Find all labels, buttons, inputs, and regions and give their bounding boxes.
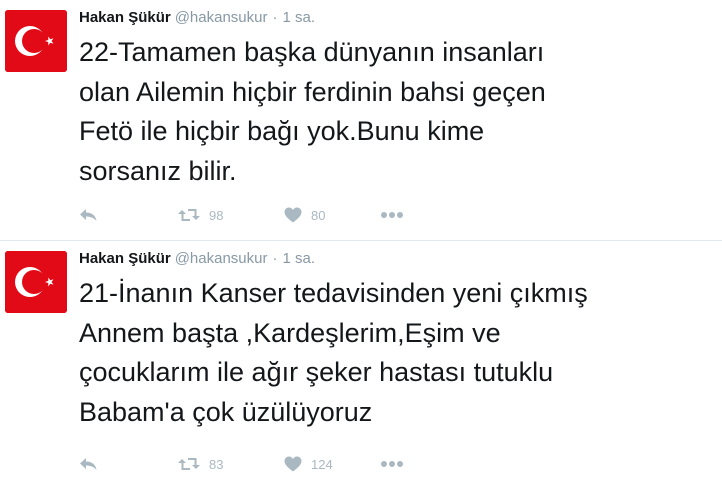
separator: · bbox=[272, 250, 278, 267]
retweet-button[interactable]: 98 bbox=[178, 203, 223, 227]
like-button[interactable]: 124 bbox=[284, 452, 333, 476]
tweet-actions: 83 124 bbox=[79, 452, 479, 476]
more-icon bbox=[381, 461, 403, 467]
separator: · bbox=[272, 9, 278, 26]
reply-button[interactable] bbox=[79, 203, 99, 227]
turkish-flag-icon bbox=[5, 10, 67, 72]
tweet[interactable]: Hakan Şükür @hakansukur · 1 sa. 21-İnanın K… bbox=[0, 241, 722, 483]
tweet-text: 21-İnanın Kanser tedavisinden yeni çıkmı… bbox=[79, 278, 588, 427]
avatar[interactable] bbox=[5, 251, 67, 313]
more-button[interactable] bbox=[380, 203, 404, 227]
author-name[interactable]: Hakan Şükür bbox=[79, 250, 171, 267]
author-handle[interactable]: @hakansukur bbox=[175, 250, 268, 267]
reply-icon bbox=[80, 209, 97, 221]
author-name[interactable]: Hakan Şükür bbox=[79, 9, 171, 26]
timestamp[interactable]: 1 sa. bbox=[282, 9, 315, 26]
like-count: 80 bbox=[311, 207, 326, 223]
timestamp[interactable]: 1 sa. bbox=[282, 250, 315, 267]
more-icon bbox=[381, 212, 403, 218]
tweet-header: Hakan Şükür @hakansukur · 1 sa. bbox=[79, 249, 315, 269]
more-button[interactable] bbox=[380, 452, 404, 476]
heart-icon bbox=[284, 207, 302, 223]
turkish-flag-icon bbox=[5, 251, 67, 313]
retweet-count: 83 bbox=[209, 456, 224, 472]
retweet-count: 98 bbox=[209, 207, 224, 223]
reply-button[interactable] bbox=[79, 452, 99, 476]
tweet-header: Hakan Şükür @hakansukur · 1 sa. bbox=[79, 8, 315, 28]
retweet-icon bbox=[178, 458, 200, 470]
retweet-icon bbox=[178, 209, 200, 221]
heart-icon bbox=[284, 456, 302, 472]
tweet[interactable]: Hakan Şükür @hakansukur · 1 sa. 22-Tamamen … bbox=[0, 0, 722, 241]
like-count: 124 bbox=[311, 456, 333, 472]
retweet-button[interactable]: 83 bbox=[178, 452, 223, 476]
like-button[interactable]: 80 bbox=[284, 203, 325, 227]
avatar[interactable] bbox=[5, 10, 67, 72]
tweet-text: 22-Tamamen başka dünyanın insanları olan… bbox=[79, 37, 546, 186]
tweet-actions: 98 80 bbox=[79, 203, 479, 227]
tweet-list: Hakan Şükür @hakansukur · 1 sa. 22-Tamamen … bbox=[0, 0, 722, 483]
reply-icon bbox=[80, 458, 97, 470]
author-handle[interactable]: @hakansukur bbox=[175, 9, 268, 26]
